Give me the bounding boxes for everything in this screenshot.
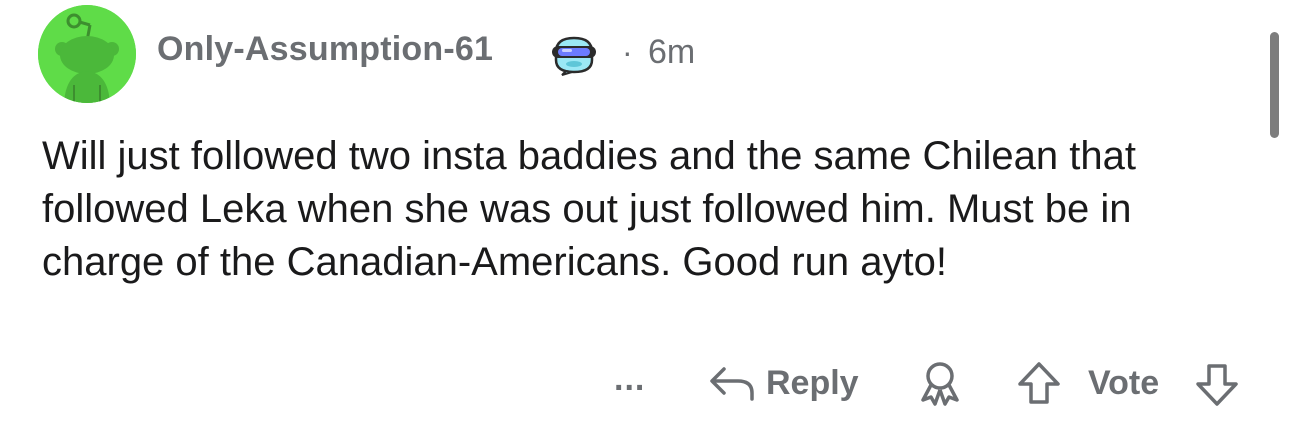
reply-arrow-icon	[710, 367, 754, 401]
upvote-button[interactable]	[1014, 360, 1064, 406]
more-options-button[interactable]: ...	[614, 360, 645, 399]
comment-age: 6m	[648, 33, 696, 71]
upvote-arrow-icon	[1018, 362, 1060, 404]
downvote-button[interactable]	[1192, 362, 1242, 408]
award-button[interactable]	[915, 360, 965, 406]
meta-separator: ·	[622, 34, 633, 70]
scrollbar[interactable]	[1270, 32, 1279, 138]
vote-label: Vote	[1088, 364, 1160, 402]
avatar[interactable]	[38, 5, 136, 103]
author-username[interactable]: Only-Assumption-61	[157, 30, 493, 69]
downvote-arrow-icon	[1196, 364, 1238, 406]
award-icon	[921, 362, 959, 406]
comment-body: Will just followed two insta baddies and…	[42, 134, 1136, 284]
reply-label: Reply	[766, 363, 859, 402]
reply-button[interactable]: Reply	[708, 360, 859, 406]
goggles-snoo-icon	[550, 34, 598, 76]
snoo-avatar-icon	[38, 5, 136, 103]
comment: Only-Assumption-61 · 6m Will just follow…	[0, 0, 1290, 436]
